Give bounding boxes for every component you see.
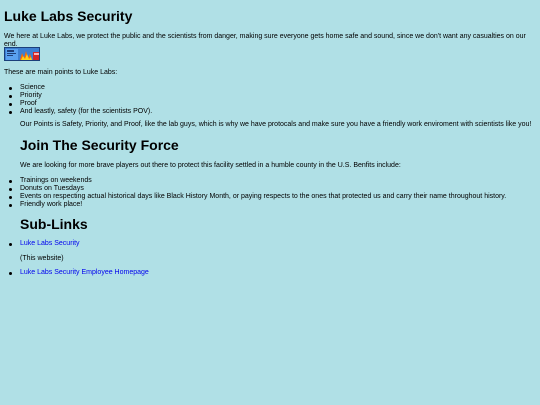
list-item: Luke Labs Security Employee Homepage — [9, 269, 149, 277]
page: Luke Labs Security We here at Luke Labs,… — [0, 0, 540, 405]
list-item: Priority — [4, 92, 152, 100]
logo-graphic — [5, 48, 39, 60]
points-summary: Our Points is Safety, Priority, and Proo… — [20, 121, 532, 128]
list-item: Friendly work place! — [4, 201, 506, 209]
intro-paragraph: We here at Luke Labs, we protect the pub… — [4, 33, 526, 48]
join-heading: Join The Security Force — [20, 137, 179, 153]
sublinks-heading: Sub-Links — [20, 216, 88, 232]
list-item: Proof — [4, 100, 152, 108]
points-label: These are main points to Luke Labs: — [4, 69, 118, 76]
link-luke-labs-security[interactable]: Luke Labs Security — [20, 240, 80, 247]
list-item: Events on respecting actual historical d… — [4, 193, 506, 201]
list-item: Trainings on weekends — [4, 177, 506, 185]
sublinks-list: Luke Labs Security — [9, 240, 80, 248]
list-item: Donuts on Tuesdays — [4, 185, 506, 193]
sublinks-list-2: Luke Labs Security Employee Homepage — [9, 269, 149, 277]
points-list: Science Priority Proof And leastly, safe… — [4, 84, 152, 116]
join-paragraph: We are looking for more brave players ou… — [20, 162, 401, 169]
page-title: Luke Labs Security — [4, 8, 133, 24]
list-item: Luke Labs Security — [9, 240, 80, 248]
benefits-list: Trainings on weekends Donuts on Tuesdays… — [4, 177, 506, 209]
sublink-note: (This website) — [20, 255, 64, 262]
luke-labs-logo — [4, 47, 40, 61]
list-item: And leastly, safety (for the scientists … — [4, 108, 152, 116]
link-employee-homepage[interactable]: Luke Labs Security Employee Homepage — [20, 269, 149, 276]
list-item: Science — [4, 84, 152, 92]
